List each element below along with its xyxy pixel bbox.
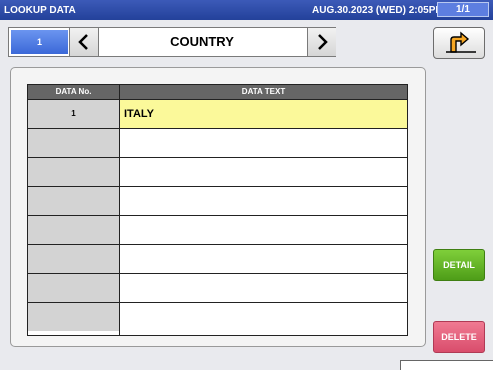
row-data-no	[28, 303, 119, 331]
table-row[interactable]	[28, 128, 407, 157]
table-row[interactable]	[28, 273, 407, 302]
header-data-no: DATA No.	[28, 85, 119, 99]
app-title: LOOKUP DATA	[4, 5, 76, 16]
row-data-no	[28, 245, 119, 273]
row-data-no	[28, 158, 119, 186]
table-row[interactable]	[28, 186, 407, 215]
page-indicator: 1/1	[437, 2, 489, 17]
row-data-no: 1	[28, 100, 119, 128]
table-row[interactable]	[28, 157, 407, 186]
row-data-text	[120, 245, 407, 273]
prev-button[interactable]	[69, 28, 99, 56]
row-data-text: ITALY	[120, 100, 407, 128]
table-row[interactable]	[28, 215, 407, 244]
record-number[interactable]: 1	[11, 30, 68, 54]
list-title: COUNTRY	[170, 34, 234, 49]
row-data-no	[28, 129, 119, 157]
detail-button[interactable]: DETAIL	[433, 249, 485, 281]
header-data-text: DATA TEXT	[120, 85, 407, 99]
row-data-no	[28, 187, 119, 215]
delete-button[interactable]: DELETE	[433, 321, 485, 353]
row-data-text	[120, 187, 407, 215]
row-data-no	[28, 274, 119, 302]
next-button[interactable]	[307, 28, 336, 56]
chevron-left-icon	[78, 34, 88, 50]
row-data-no	[28, 216, 119, 244]
record-navigator: 1 COUNTRY	[8, 27, 336, 57]
data-table: DATA No. DATA TEXT 1 ITALY	[27, 84, 408, 336]
table-row[interactable]	[28, 244, 407, 273]
return-arrow-icon	[446, 31, 476, 53]
status-box	[400, 360, 493, 370]
chevron-right-icon	[318, 34, 328, 50]
datetime-display: AUG.30.2023 (WED) 2:05PM	[312, 5, 444, 16]
row-data-text	[120, 129, 407, 157]
row-data-text	[120, 303, 407, 331]
row-data-text	[120, 274, 407, 302]
table-row[interactable]: 1 ITALY	[28, 99, 407, 128]
back-button[interactable]	[433, 27, 485, 59]
title-bar: LOOKUP DATA AUG.30.2023 (WED) 2:05PM 1/1	[0, 0, 493, 20]
row-data-text	[120, 216, 407, 244]
column-divider	[119, 85, 120, 335]
table-row[interactable]	[28, 302, 407, 331]
row-data-text	[120, 158, 407, 186]
